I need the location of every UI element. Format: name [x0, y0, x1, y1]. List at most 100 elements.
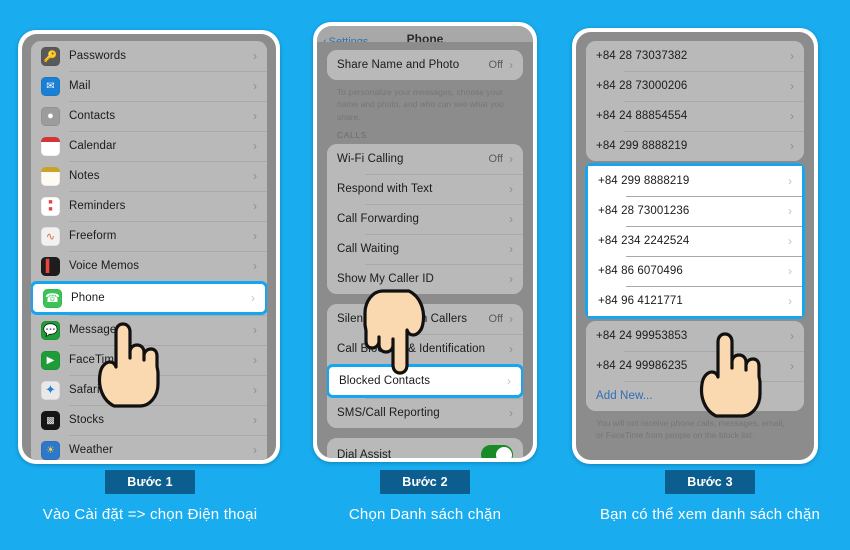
row-label: Respond with Text: [337, 182, 433, 195]
blocked-numbers-highlighted-group: +84 299 8888219 › +84 28 73001236 › +84 234 …: [585, 163, 805, 319]
add-new-label: Add New...: [596, 390, 653, 402]
blocked-number-84-24-99953853[interactable]: +84 24 99953853 ›: [586, 321, 804, 351]
blocked-number-row[interactable]: +84 86 6070496 ›: [588, 256, 802, 286]
chevron-right-icon: ›: [253, 443, 257, 457]
settings-row-freeform[interactable]: ∿ Freeform ›: [31, 221, 267, 251]
row-sms-call-reporting[interactable]: SMS/Call Reporting ›: [327, 397, 523, 428]
row-label: Share Name and Photo: [337, 59, 460, 71]
chevron-right-icon: ›: [509, 241, 513, 256]
contacts-icon: ●: [41, 106, 60, 126]
settings-row-calendar[interactable]: Calendar ›: [31, 131, 267, 161]
settings-row-phone[interactable]: ☎ Phone ›: [31, 281, 267, 315]
chevron-right-icon: ›: [790, 329, 794, 343]
chevron-right-icon: ›: [509, 271, 513, 286]
chevron-right-icon: ›: [788, 204, 792, 218]
settings-app-list: 🔑 Passwords › ✉ Mail › ● Contacts › Calendar › Note…: [22, 34, 276, 460]
settings-row-safari[interactable]: ✦ Safari ›: [31, 375, 267, 405]
blocked-number-row[interactable]: +84 96 4121771 ›: [588, 286, 802, 316]
row-label: +84 24 99986235: [596, 360, 688, 372]
row-call-waiting[interactable]: Call Waiting ›: [327, 233, 523, 264]
blocked-number-label: +84 96 4121771: [598, 295, 683, 307]
blocked-number-84-299-8888219[interactable]: +84 299 8888219 ›: [586, 131, 804, 161]
chevron-right-icon: ›: [509, 311, 513, 326]
blocked-number-84-24-88854554[interactable]: +84 24 88854554 ›: [586, 101, 804, 131]
row-label: +84 24 99953853: [596, 330, 688, 342]
chevron-right-icon: ›: [788, 264, 792, 278]
freeform-icon: ∿: [41, 226, 60, 246]
row-blocked-contacts[interactable]: Blocked Contacts ›: [327, 363, 523, 398]
settings-row-passwords[interactable]: 🔑 Passwords ›: [31, 41, 267, 71]
blocked-number-84-24-99986235[interactable]: +84 24 99986235 ›: [586, 351, 804, 381]
row-label: +84 28 73037382: [596, 50, 688, 62]
phone-icon: ☎: [43, 288, 62, 308]
blocked-number-row[interactable]: +84 299 8888219 ›: [588, 166, 802, 196]
blocked-number-label: +84 28 73001236: [598, 205, 690, 217]
caption-step-2: Bước 2 Chọn Danh sách chặn: [300, 470, 550, 525]
chevron-right-icon: ›: [253, 323, 257, 337]
row-wi-fi-calling[interactable]: Wi-Fi Calling Off ›: [327, 143, 523, 174]
row-dial-assist[interactable]: Dial Assist: [327, 437, 523, 458]
chevron-right-icon: ›: [509, 211, 513, 226]
row-label: +84 24 88854554: [596, 110, 688, 122]
blocked-contacts-screen: +84 28 73037382 › +84 28 73000206 › +84 24 8…: [576, 32, 814, 460]
step-badge: Bước 3: [665, 470, 755, 494]
settings-row-messages[interactable]: 💬 Messages ›: [31, 315, 267, 345]
chevron-right-icon: ›: [790, 109, 794, 123]
phone-settings-screen: ‹ Settings Phone Share Name and Photo Of…: [317, 26, 533, 458]
caption-step-3: Bước 3 Bạn có thể xem danh sách chặn: [570, 470, 850, 525]
chevron-right-icon: ›: [788, 174, 792, 188]
settings-row-mail[interactable]: ✉ Mail ›: [31, 71, 267, 101]
chevron-right-icon: ›: [253, 169, 257, 183]
settings-row-contacts[interactable]: ● Contacts ›: [31, 101, 267, 131]
caption-step-1: Bước 1 Vào Cài đặt => chọn Điện thoại: [0, 470, 300, 525]
settings-row-label: Calendar: [69, 140, 117, 152]
settings-row-weather[interactable]: ☀ Weather ›: [31, 435, 267, 460]
chevron-right-icon: ›: [253, 383, 257, 397]
blocked-number-label: +84 86 6070496: [598, 265, 683, 277]
blocked-number-row[interactable]: +84 234 2242524 ›: [588, 226, 802, 256]
navigation-bar: ‹ Settings Phone: [317, 26, 533, 42]
chevron-right-icon: ›: [253, 199, 257, 213]
row-call-forwarding[interactable]: Call Forwarding ›: [327, 203, 523, 234]
step-description: Chọn Danh sách chặn: [348, 506, 502, 523]
chevron-right-icon: ›: [788, 294, 792, 308]
settings-row-reminders[interactable]: ■ ■ Reminders ›: [31, 191, 267, 221]
blocked-number-84-28-73037382[interactable]: +84 28 73037382 ›: [586, 41, 804, 71]
blocked-number-label: +84 299 8888219: [598, 175, 690, 187]
row-call-blocking-identification[interactable]: Call Blocking & Identification ›: [327, 333, 523, 364]
chevron-right-icon: ›: [788, 234, 792, 248]
page-title: Phone: [406, 32, 444, 42]
row-share-name-and-photo[interactable]: Share Name and Photo Off ›: [327, 50, 523, 80]
settings-screen: 🔑 Passwords › ✉ Mail › ● Contacts › Calendar › Note…: [22, 34, 276, 460]
settings-row-facetime[interactable]: ▶ FaceTime ›: [31, 345, 267, 375]
settings-row-stocks[interactable]: ▩ Stocks ›: [31, 405, 267, 435]
voice-memos-icon: ▍: [41, 256, 60, 276]
settings-row-notes[interactable]: Notes ›: [31, 161, 267, 191]
chevron-right-icon: ›: [253, 139, 257, 153]
call-blocking-group: Silence Unknown Callers Off › Call Blocking…: [327, 303, 523, 428]
chevron-right-icon: ›: [790, 79, 794, 93]
row-silence-unknown-callers[interactable]: Silence Unknown Callers Off ›: [327, 303, 523, 334]
row-show-my-caller-id[interactable]: Show My Caller ID ›: [327, 263, 523, 294]
chevron-right-icon: ›: [251, 291, 255, 305]
add-new-button[interactable]: Add New...: [586, 381, 804, 411]
dial-assist-toggle[interactable]: [481, 445, 513, 458]
chevron-right-icon: ›: [509, 58, 513, 72]
chevron-right-icon: ›: [790, 359, 794, 373]
settings-row-label: FaceTime: [69, 354, 121, 366]
share-name-group: Share Name and Photo Off ›: [327, 50, 523, 80]
safari-icon: ✦: [41, 380, 60, 400]
dial-assist-group: Dial Assist: [327, 437, 523, 458]
row-respond-with-text[interactable]: Respond with Text ›: [327, 173, 523, 204]
settings-row-label: Contacts: [69, 110, 116, 122]
blocked-number-84-28-73000206[interactable]: +84 28 73000206 ›: [586, 71, 804, 101]
settings-row-label: Passwords: [69, 50, 127, 62]
settings-row-label: Phone: [71, 292, 105, 304]
chevron-right-icon: ›: [790, 49, 794, 63]
settings-row-voice-memos[interactable]: ▍ Voice Memos ›: [31, 251, 267, 281]
tutorial-infographic: 🔑 Passwords › ✉ Mail › ● Contacts › Calendar › Note…: [0, 0, 850, 550]
step-description: Bạn có thể xem danh sách chặn: [599, 506, 821, 523]
mail-icon: ✉: [41, 76, 60, 96]
chevron-right-icon: ›: [509, 151, 513, 166]
blocked-number-row[interactable]: +84 28 73001236 ›: [588, 196, 802, 226]
